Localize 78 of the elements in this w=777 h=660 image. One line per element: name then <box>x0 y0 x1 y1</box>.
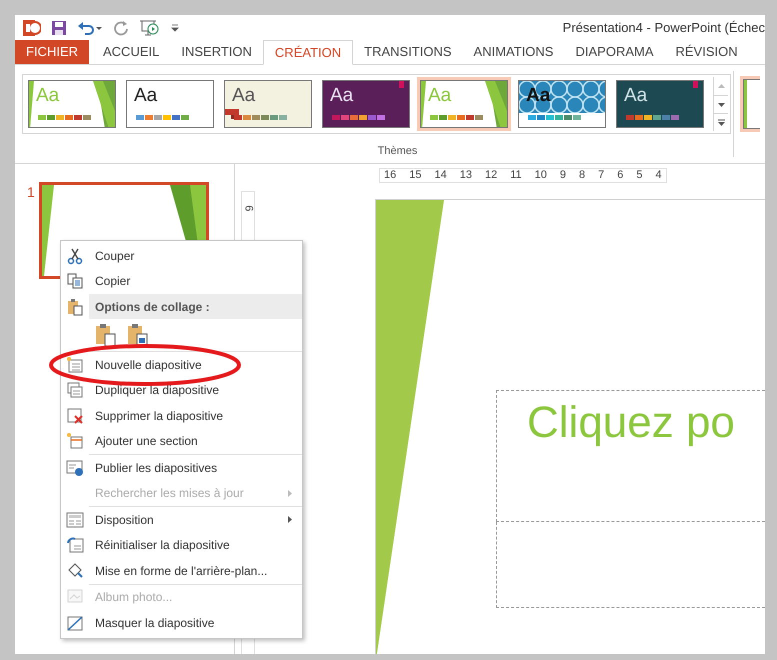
ruler-number: 8 <box>579 168 586 184</box>
reset-slide-icon <box>66 536 84 554</box>
ribbon-tab[interactable]: RÉVISION <box>664 40 749 64</box>
ruler-number: 10 <box>534 168 547 184</box>
clipboard-icon <box>66 298 84 316</box>
theme-sample-text: Aa <box>232 85 256 107</box>
ruler-number: 6 <box>241 205 256 212</box>
title-text: Cliquez po <box>527 398 735 447</box>
submenu-arrow-icon <box>288 490 292 497</box>
add-section-icon <box>66 432 84 450</box>
paste-option-icon[interactable] <box>95 323 117 347</box>
ribbon-tab[interactable]: CRÉATION <box>262 40 354 65</box>
facet-decoration-icon <box>485 81 507 127</box>
caret-down-icon <box>718 102 724 106</box>
ribbon-decoration-icon <box>225 109 239 119</box>
ruler-number: 15 <box>409 168 422 184</box>
menu-item[interactable]: Supprimer la diapositive <box>61 403 302 428</box>
theme-sample-text: Aa <box>134 85 158 107</box>
ruler-number: 13 <box>460 168 472 184</box>
facet-stripe-icon <box>29 81 34 127</box>
menu-section-header: Options de collage : <box>89 294 302 319</box>
ruler-number: 5 <box>636 168 643 184</box>
ruler-number: 6 <box>617 168 624 184</box>
ruler-number: 16 <box>384 168 396 184</box>
delete-slide-icon <box>66 406 84 425</box>
theme-thumbnail[interactable]: Aa <box>613 77 707 131</box>
menu-item[interactable]: Publier les diapositives <box>61 455 302 480</box>
presentation-icon[interactable] <box>139 19 161 37</box>
theme-sample-text: Aa <box>428 85 452 107</box>
menu-item[interactable]: Disposition <box>61 507 302 532</box>
copy-icon <box>66 272 84 290</box>
ruler-number: 7 <box>598 168 604 184</box>
ruler-number: 9 <box>560 168 566 184</box>
file-button[interactable]: FICHIER <box>15 40 89 64</box>
theme-thumbnail[interactable]: Aa <box>221 77 315 131</box>
layout-icon <box>66 510 84 529</box>
theme-thumbnail[interactable]: Aa <box>123 77 217 131</box>
menu-item[interactable]: Mise en forme de l'arrière-plan... <box>61 558 302 584</box>
ribbon-tab[interactable]: ANIMATIONS <box>462 40 564 64</box>
redo-icon[interactable] <box>113 20 129 36</box>
app-logo-icon <box>23 19 41 37</box>
undo-icon[interactable] <box>77 20 103 36</box>
caret-up-icon <box>718 84 724 88</box>
menu-item[interactable]: Copier <box>61 268 302 294</box>
ruler-number: 4 <box>656 168 662 184</box>
theme-sample-text: Aa <box>624 85 648 107</box>
slide-number: 1 <box>27 183 35 202</box>
ribbon-tab[interactable]: INSERTION <box>170 40 263 64</box>
publish-slides-icon <box>66 458 84 477</box>
facet-stripe-icon <box>421 81 426 127</box>
menu-item[interactable]: Ajouter une section <box>61 428 302 454</box>
theme-sample-text: Aa <box>330 85 354 107</box>
paint-bucket-icon <box>66 562 84 580</box>
scissors-icon <box>66 246 84 265</box>
ribbon-tab[interactable]: ACCUEIL <box>92 40 170 64</box>
ribbon-tab[interactable]: DIAPORAMA <box>564 40 664 64</box>
menu-item[interactable]: Réinitialiser la diapositive <box>61 532 302 558</box>
menu-item[interactable]: Dupliquer la diapositive <box>61 378 302 403</box>
save-icon[interactable] <box>51 20 67 36</box>
customize-icon[interactable] <box>171 23 179 33</box>
new-slide-icon <box>66 356 84 374</box>
expand-gallery-icon <box>718 119 724 126</box>
facet-decoration-icon <box>93 81 115 127</box>
theme-thumbnail[interactable]: Aa <box>319 77 413 131</box>
ruler-number: 11 <box>510 168 522 184</box>
submenu-arrow-icon <box>288 516 292 524</box>
ruler-number: 12 <box>485 168 498 184</box>
paste-option-icon[interactable] <box>127 323 149 347</box>
hide-slide-icon <box>66 614 84 632</box>
duplicate-slide-icon <box>66 381 84 400</box>
menu-item[interactable]: Nouvelle diapositive <box>61 352 302 378</box>
ruler-number: 14 <box>434 168 447 184</box>
theme-sample-text: Aa <box>36 85 60 107</box>
menu-item[interactable]: Couper <box>61 243 302 268</box>
window-title: Présentation4 - PowerPoint (Échec <box>562 19 765 38</box>
ribbon-tab[interactable]: TRANSITIONS <box>353 40 463 64</box>
menu-item[interactable]: Masquer la diapositive <box>61 610 302 636</box>
group-label: Thèmes <box>378 144 418 158</box>
